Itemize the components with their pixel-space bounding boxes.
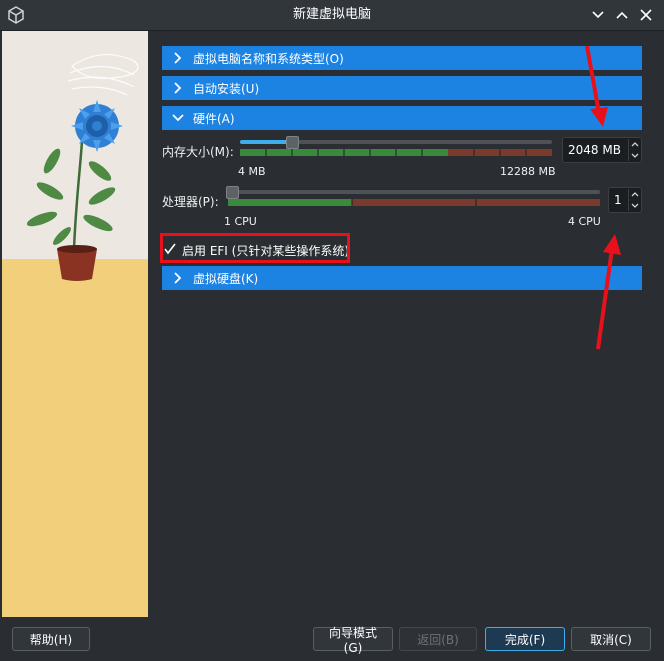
chevron-up-icon — [616, 11, 628, 19]
close-button[interactable] — [636, 5, 656, 25]
annotation-arrow-up — [596, 234, 621, 350]
annotation-arrows — [585, 45, 621, 350]
close-icon — [640, 9, 652, 21]
maximize-button[interactable] — [612, 5, 632, 25]
chevron-down-icon — [592, 11, 604, 19]
window-title: 新建虚拟电脑 — [292, 7, 371, 22]
button-bar: 帮助(H) 向导模式(G) 返回(B) 完成(F) 取消(C) — [0, 617, 664, 661]
annotation-arrow-down — [585, 45, 608, 127]
wizard-main: 虚拟电脑名称和系统类型(O) 自动安装(U) 硬件(A) 内存大小(M): 4 … — [148, 31, 664, 617]
help-button[interactable]: 帮助(H) — [12, 627, 90, 651]
wizard-illustration — [2, 31, 148, 617]
minimize-button[interactable] — [588, 5, 608, 25]
guided-mode-button[interactable]: 向导模式(G) — [313, 626, 393, 655]
cancel-button[interactable]: 取消(C) — [571, 627, 651, 651]
back-button[interactable]: 返回(B) — [399, 627, 477, 651]
title-bar: 新建虚拟电脑 — [0, 0, 664, 31]
finish-button[interactable]: 完成(F) — [485, 627, 565, 651]
